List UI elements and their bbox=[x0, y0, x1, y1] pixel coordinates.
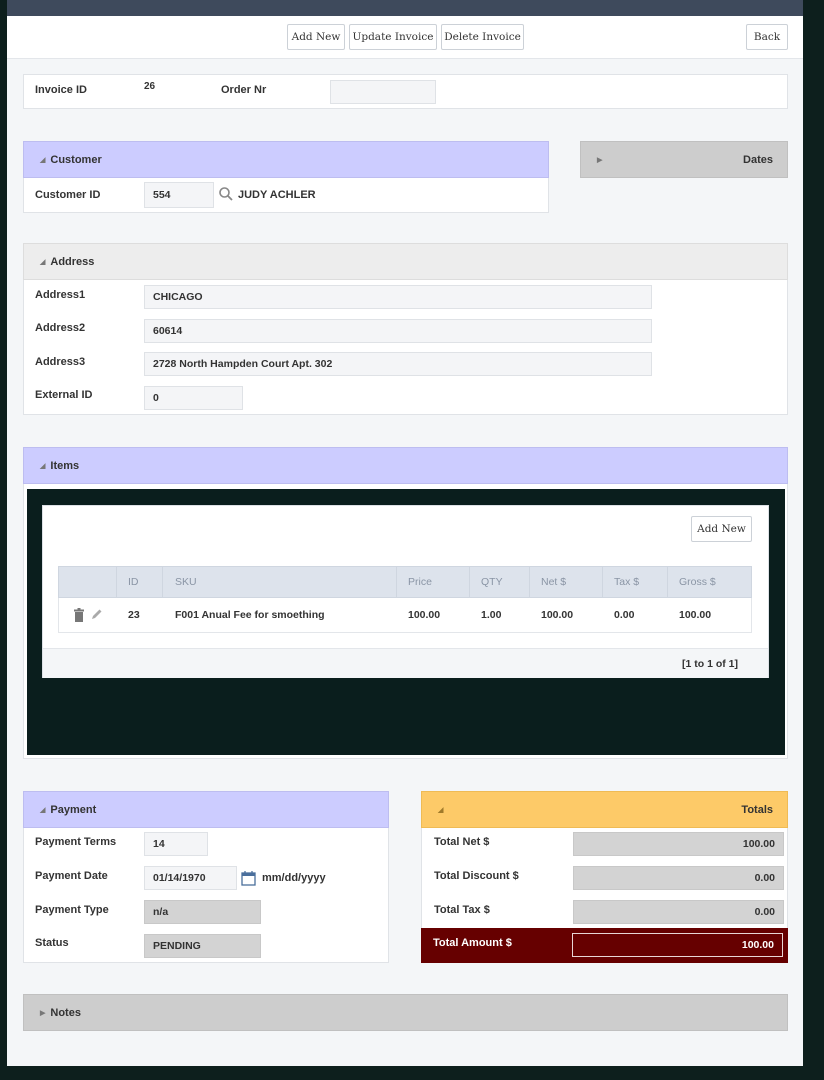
total-amount-row: Total Amount $ 100.00 bbox=[421, 928, 788, 963]
table-row: 23 F001 Anual Fee for smoething 100.00 1… bbox=[58, 598, 752, 633]
total-net-label: Total Net $ bbox=[434, 836, 490, 848]
address3-input[interactable]: 2728 North Hampden Court Apt. 302 bbox=[144, 352, 652, 376]
external-id-input[interactable]: 0 bbox=[144, 386, 243, 410]
status-select[interactable]: PENDING bbox=[144, 934, 261, 958]
payment-section-header[interactable]: ◢ Payment bbox=[23, 791, 389, 828]
payment-type-label: Payment Type bbox=[35, 904, 109, 916]
triangle-expanded-icon: ◢ bbox=[40, 806, 46, 814]
invoice-id-value: 26 bbox=[144, 81, 156, 92]
customer-header-label: Customer bbox=[50, 153, 102, 166]
order-nr-input[interactable] bbox=[330, 80, 436, 104]
item-sku: F001 Anual Fee for smoething bbox=[175, 609, 325, 621]
payment-panel: Payment Terms 14 Payment Date 01/14/1970… bbox=[23, 828, 389, 963]
total-amount-field: 100.00 bbox=[572, 933, 783, 957]
order-nr-label: Order Nr bbox=[221, 84, 267, 96]
column-divider bbox=[116, 567, 117, 598]
column-divider bbox=[162, 567, 163, 598]
items-header-label: Items bbox=[50, 459, 80, 472]
invoice-page: Add New Update Invoice Delete Invoice Ba… bbox=[7, 16, 803, 1066]
toolbar: Add New Update Invoice Delete Invoice Ba… bbox=[7, 16, 803, 59]
notes-section-header[interactable]: ▶ Notes bbox=[23, 994, 788, 1031]
payment-terms-label: Payment Terms bbox=[35, 836, 117, 848]
delete-invoice-button[interactable]: Delete Invoice bbox=[441, 24, 524, 50]
col-gross[interactable]: Gross $ bbox=[679, 576, 716, 588]
payment-date-input[interactable]: 01/14/1970 bbox=[144, 866, 237, 890]
triangle-expanded-icon: ◢ bbox=[438, 806, 444, 814]
customer-panel: Customer ID 554 JUDY ACHLER bbox=[23, 178, 549, 213]
address-section-header[interactable]: ◢ Address bbox=[23, 243, 788, 280]
total-discount-field: 0.00 bbox=[573, 866, 784, 890]
dates-header-label: Dates bbox=[743, 153, 773, 166]
triangle-expanded-icon: ◢ bbox=[40, 258, 46, 266]
pencil-icon[interactable] bbox=[91, 608, 103, 620]
triangle-expanded-icon: ◢ bbox=[40, 156, 46, 164]
totals-section-header[interactable]: ◢ Totals bbox=[421, 791, 788, 828]
total-tax-field: 0.00 bbox=[573, 900, 784, 924]
payment-date-label: Payment Date bbox=[35, 870, 108, 882]
triangle-expanded-icon: ◢ bbox=[40, 462, 46, 470]
external-id-label: External ID bbox=[35, 389, 93, 401]
item-net: 100.00 bbox=[541, 609, 574, 621]
col-qty[interactable]: QTY bbox=[481, 576, 503, 588]
search-icon[interactable] bbox=[218, 186, 234, 202]
item-price: 100.00 bbox=[408, 609, 441, 621]
triangle-collapsed-icon: ▶ bbox=[40, 1009, 46, 1017]
payment-header-label: Payment bbox=[50, 803, 97, 816]
col-id[interactable]: ID bbox=[128, 576, 139, 588]
address-panel: Address1 CHICAGO Address2 60614 Address3… bbox=[23, 280, 788, 415]
item-gross: 100.00 bbox=[679, 609, 712, 621]
column-divider bbox=[396, 567, 397, 598]
column-divider bbox=[602, 567, 603, 598]
total-amount-label: Total Amount $ bbox=[433, 937, 512, 949]
column-divider bbox=[469, 567, 470, 598]
total-discount-label: Total Discount $ bbox=[434, 870, 519, 882]
grid-footer: [1 to 1 of 1] bbox=[43, 648, 768, 678]
date-format-hint: mm/dd/yyyy bbox=[262, 872, 326, 884]
top-bar bbox=[7, 0, 803, 16]
column-divider bbox=[667, 567, 668, 598]
payment-type-select[interactable]: n/a bbox=[144, 900, 261, 924]
add-new-button[interactable]: Add New bbox=[287, 24, 345, 50]
calendar-icon[interactable] bbox=[241, 870, 256, 886]
add-item-button[interactable]: Add New bbox=[691, 516, 752, 542]
address2-input[interactable]: 60614 bbox=[144, 319, 652, 343]
col-net[interactable]: Net $ bbox=[541, 576, 566, 588]
invoice-id-label: Invoice ID bbox=[35, 84, 87, 96]
col-price[interactable]: Price bbox=[408, 576, 432, 588]
item-tax: 0.00 bbox=[614, 609, 635, 621]
payment-terms-input[interactable]: 14 bbox=[144, 832, 208, 856]
grid-header: ID SKU Price QTY Net $ Tax $ Gross $ bbox=[58, 566, 752, 598]
col-tax[interactable]: Tax $ bbox=[614, 576, 639, 588]
pager-info: [1 to 1 of 1] bbox=[681, 658, 738, 670]
items-grid: Add New ID SKU Price QTY Net $ Tax $ Gro… bbox=[42, 505, 769, 678]
triangle-collapsed-icon: ▶ bbox=[597, 156, 603, 164]
status-label: Status bbox=[35, 937, 69, 949]
notes-header-label: Notes bbox=[50, 1006, 81, 1019]
address1-input[interactable]: CHICAGO bbox=[144, 285, 652, 309]
customer-id-input[interactable]: 554 bbox=[144, 182, 214, 208]
col-sku[interactable]: SKU bbox=[175, 576, 197, 588]
customer-id-label: Customer ID bbox=[35, 189, 101, 201]
column-divider bbox=[529, 567, 530, 598]
address1-label: Address1 bbox=[35, 289, 86, 301]
address2-label: Address2 bbox=[35, 322, 86, 334]
address-header-label: Address bbox=[50, 255, 95, 268]
address3-label: Address3 bbox=[35, 356, 86, 368]
items-section-header[interactable]: ◢ Items bbox=[23, 447, 788, 484]
item-id: 23 bbox=[128, 609, 140, 621]
back-button[interactable]: Back bbox=[746, 24, 788, 50]
item-qty: 1.00 bbox=[481, 609, 502, 621]
customer-section-header[interactable]: ◢ Customer bbox=[23, 141, 549, 178]
update-invoice-button[interactable]: Update Invoice bbox=[349, 24, 437, 50]
total-net-field: 100.00 bbox=[573, 832, 784, 856]
totals-header-label: Totals bbox=[741, 803, 773, 816]
trash-icon[interactable] bbox=[73, 608, 85, 622]
items-grid-container: Add New ID SKU Price QTY Net $ Tax $ Gro… bbox=[27, 489, 785, 755]
dates-section-header[interactable]: ▶ Dates bbox=[580, 141, 788, 178]
total-tax-label: Total Tax $ bbox=[434, 904, 490, 916]
invoice-header-panel: Invoice ID 26 Order Nr bbox=[23, 74, 788, 109]
customer-name: JUDY ACHLER bbox=[238, 189, 316, 201]
